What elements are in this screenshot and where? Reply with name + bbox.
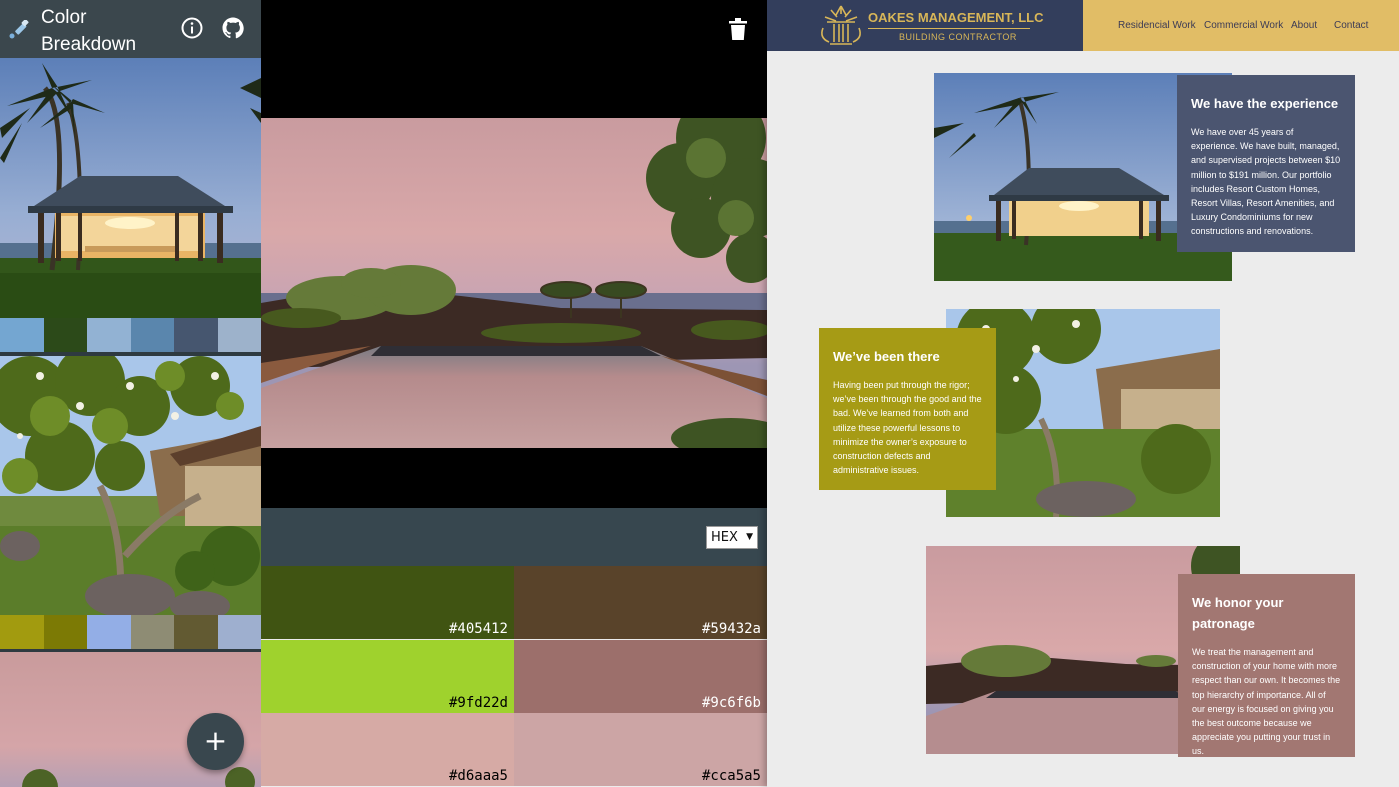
section-body: We have over 45 years of experience. We … <box>1191 127 1341 237</box>
section-heading: We’ve been there <box>833 349 940 364</box>
brand-divider <box>868 28 1030 29</box>
app-window: Color Breakdown + HEX ▼ #405412 #59432a … <box>0 0 1399 787</box>
swatch[interactable] <box>217 615 261 649</box>
swatch[interactable] <box>217 318 261 352</box>
palette-color-swatch[interactable]: #9fd22d <box>261 639 514 713</box>
color-hex-label: #9c6f6b <box>701 694 761 711</box>
section-card-patronage: We honor your patronage We treat the man… <box>1178 574 1355 757</box>
section-card-been-there: We’ve been there Having been put through… <box>819 328 996 490</box>
color-hex-label: #d6aaa5 <box>448 768 508 784</box>
app-bar: Color Breakdown <box>0 0 261 58</box>
section-body: We treat the management and construction… <box>1192 647 1341 757</box>
color-format-select[interactable]: HEX ▼ <box>706 526 758 549</box>
swatch[interactable] <box>0 318 44 352</box>
add-image-button[interactable]: + <box>187 713 244 770</box>
section-heading: We have the experience <box>1191 96 1339 111</box>
thumbnail-garden[interactable] <box>0 356 261 615</box>
section-body: Having been put through the rigor; we’ve… <box>833 380 982 476</box>
swatch[interactable] <box>43 615 87 649</box>
swatch[interactable] <box>43 318 87 352</box>
swatch[interactable] <box>87 318 131 352</box>
color-hex-label: #405412 <box>448 621 508 637</box>
info-icon[interactable] <box>180 16 204 40</box>
color-picker-icon[interactable] <box>8 20 30 40</box>
swatch[interactable] <box>174 615 218 649</box>
format-bar: HEX ▼ <box>261 508 767 566</box>
nav-link-contact[interactable]: Contact <box>1334 20 1368 31</box>
section-heading: We honor your patronage <box>1192 595 1284 631</box>
swatch[interactable] <box>130 615 174 649</box>
palette-color-swatch[interactable]: #59432a <box>514 566 767 639</box>
nav-link-commercial-work[interactable]: Commercial Work <box>1204 20 1283 31</box>
palette-color-swatch[interactable]: #d6aaa5 <box>261 713 514 786</box>
garden-photo <box>0 356 261 615</box>
chevron-down-icon: ▼ <box>746 532 753 542</box>
site-tagline: BUILDING CONTRACTOR <box>899 32 1017 42</box>
palette-color-swatch[interactable]: #405412 <box>261 566 514 639</box>
swatch[interactable] <box>0 615 44 649</box>
swatch-row-gazebo <box>0 318 261 352</box>
github-icon[interactable] <box>221 16 245 40</box>
pillar-logo-icon <box>821 5 861 45</box>
swatch[interactable] <box>87 615 131 649</box>
website-preview: OAKES MANAGEMENT, LLC BUILDING CONTRACTO… <box>767 0 1399 787</box>
gazebo-photo <box>0 58 261 318</box>
swatch[interactable] <box>130 318 174 352</box>
plus-icon: + <box>203 724 228 757</box>
nav-link-about[interactable]: About <box>1291 20 1317 31</box>
nav-link-residencial-work[interactable]: Residencial Work <box>1118 20 1196 31</box>
color-hex-label: #59432a <box>701 621 761 637</box>
thumbnail-gazebo[interactable] <box>0 58 261 318</box>
image-preview <box>261 0 767 508</box>
site-brand-name: OAKES MANAGEMENT, LLC <box>868 10 1044 25</box>
color-hex-label: #cca5a5 <box>701 768 761 784</box>
color-hex-label: #9fd22d <box>448 694 508 711</box>
image-sidebar: Color Breakdown + <box>0 0 261 787</box>
selected-photo <box>261 118 767 448</box>
palette-color-swatch[interactable]: #9c6f6b <box>514 639 767 713</box>
section-card-experience: We have the experience We have over 45 y… <box>1177 75 1355 252</box>
swatch[interactable] <box>174 318 218 352</box>
format-select-value: HEX <box>711 530 738 545</box>
trash-icon[interactable] <box>729 18 747 40</box>
site-nav: Residencial Work Commercial Work About C… <box>1083 0 1399 51</box>
palette-color-swatch[interactable]: #cca5a5 <box>514 713 767 786</box>
palette-grid: #405412 #59432a #9fd22d #9c6f6b #d6aaa5 #cca5… <box>261 566 767 787</box>
app-title: Color Breakdown <box>41 7 137 55</box>
swatch-row-garden <box>0 615 261 649</box>
